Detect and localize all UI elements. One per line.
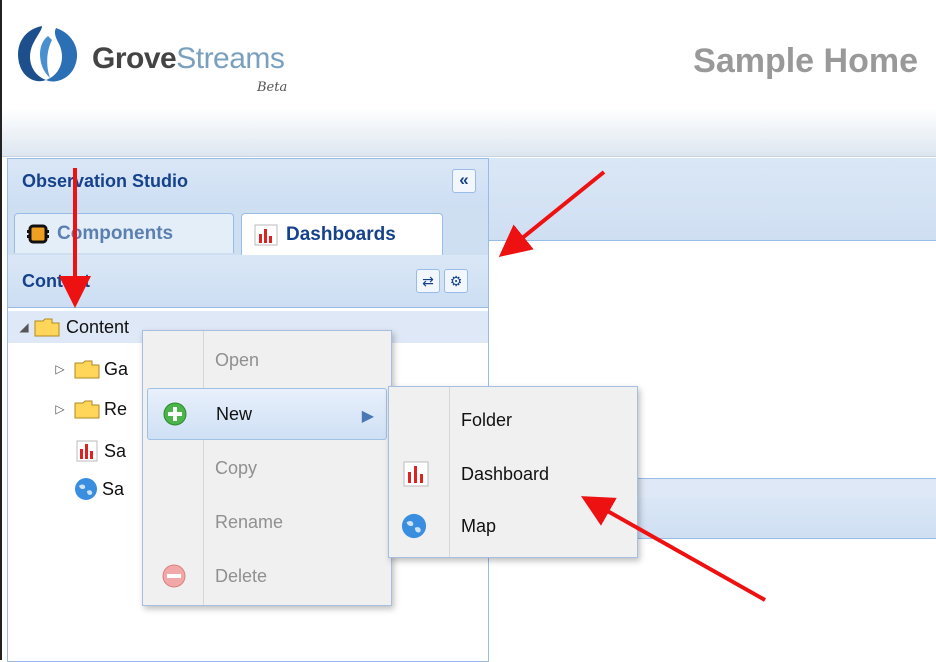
folder-icon	[74, 360, 100, 379]
content-header: Content ⇄ ⚙	[8, 255, 488, 308]
dashboard-chart-icon	[254, 224, 278, 245]
delete-icon	[162, 564, 186, 588]
panel-tabstrip: Components Dashboards	[8, 207, 488, 256]
collapse-panel-button[interactable]: «	[452, 169, 476, 193]
brand-name-light: Streams	[176, 42, 285, 75]
menu-item-copy[interactable]: Copy	[143, 441, 391, 495]
menu-item-label: Delete	[215, 565, 268, 586]
new-submenu: Folder Dashboard Map	[388, 386, 638, 558]
collapsed-triangle-icon[interactable]: ▷	[54, 362, 66, 376]
globe-icon	[75, 478, 97, 500]
submenu-item-folder[interactable]: Folder	[389, 393, 637, 447]
menu-item-label: Folder	[461, 409, 513, 430]
settings-button[interactable]: ⚙	[444, 269, 468, 293]
menu-item-label: Rename	[215, 511, 284, 532]
dashboard-header	[489, 158, 936, 241]
panel-title: Observation Studio	[22, 171, 189, 191]
menu-item-label: Dashboard	[461, 463, 550, 484]
double-chevron-left-icon: «	[459, 170, 469, 189]
globe-icon	[401, 513, 427, 539]
grovestreams-logo[interactable]: GroveStreams Beta	[12, 22, 312, 100]
tree-node-label: Sa	[104, 440, 127, 461]
dashboard-chart-icon	[76, 440, 98, 462]
page-title: Sample Home	[693, 42, 918, 80]
menu-item-new[interactable]: New ▶	[147, 388, 387, 440]
tab-dashboards-label: Dashboards	[286, 223, 396, 245]
tree-node-label: Content	[66, 316, 130, 337]
brand-name-bold: Grove	[92, 42, 177, 75]
brand-name: GroveStreams	[92, 42, 285, 76]
collapsed-triangle-icon[interactable]: ▷	[54, 402, 66, 416]
refresh-icon: ⇄	[422, 273, 434, 289]
tree-node-label: Ga	[104, 358, 129, 379]
menu-item-delete[interactable]: Delete	[143, 549, 391, 603]
folder-icon	[74, 400, 100, 419]
dashboard-chart-icon	[403, 461, 429, 487]
menu-item-label: Open	[215, 349, 260, 370]
add-icon	[163, 402, 187, 426]
expanded-triangle-icon[interactable]: ◢	[18, 320, 30, 334]
beta-label: Beta	[257, 80, 288, 95]
menu-item-label: Copy	[215, 457, 258, 478]
submenu-item-dashboard[interactable]: Dashboard	[389, 447, 637, 501]
tab-dashboards[interactable]: Dashboards	[241, 213, 443, 255]
component-chip-icon	[27, 224, 49, 243]
tab-components-label: Components	[57, 222, 174, 244]
window-edge	[0, 0, 2, 660]
toolbar-band	[2, 108, 936, 157]
content-title: Content	[22, 271, 90, 291]
refresh-button[interactable]: ⇄	[416, 269, 440, 293]
context-menu: Open New ▶ Copy Rename Delete	[142, 330, 392, 606]
menu-item-label: Map	[461, 515, 497, 536]
tree-node-label: Sa	[102, 478, 125, 499]
app-header: GroveStreams Beta Sample Home	[0, 0, 936, 660]
grovestreams-logo-icon	[18, 26, 78, 82]
menu-item-open[interactable]: Open	[143, 333, 391, 387]
panel-header: Observation Studio «	[8, 159, 488, 208]
menu-item-label: New	[216, 403, 253, 424]
folder-icon	[34, 318, 60, 337]
submenu-arrow-icon: ▶	[361, 408, 374, 425]
submenu-item-map[interactable]: Map	[389, 499, 637, 553]
gear-icon: ⚙	[449, 273, 463, 289]
menu-item-rename[interactable]: Rename	[143, 495, 391, 549]
tab-components[interactable]: Components	[14, 213, 234, 253]
tree-node-label: Re	[104, 398, 128, 419]
